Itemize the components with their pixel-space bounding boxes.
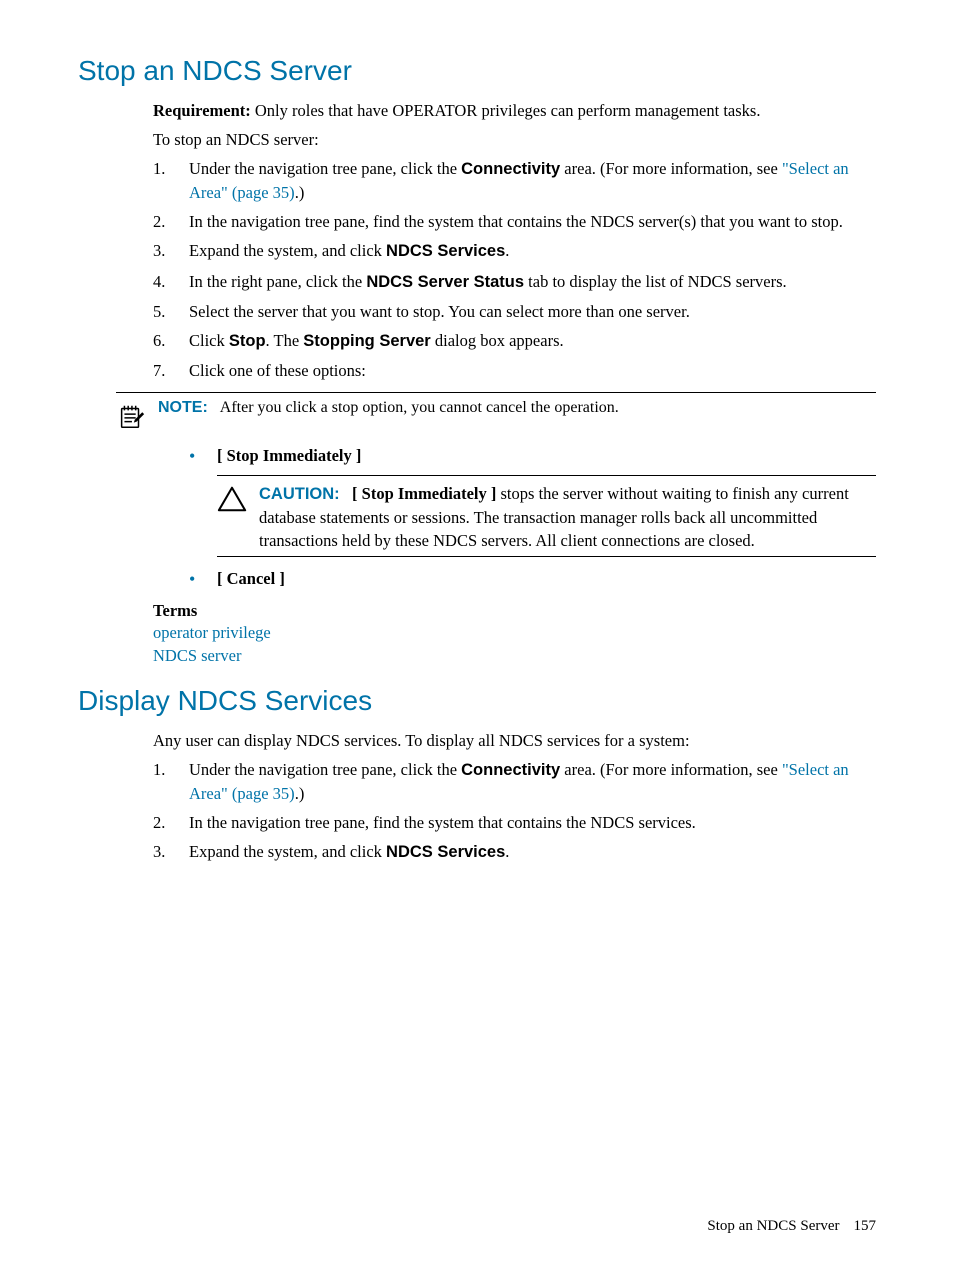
step-number: 4. (153, 270, 189, 294)
section-heading-display-ndcs: Display NDCS Services (78, 685, 876, 717)
bullet-stop-immediately: • [ Stop Immediately ] (189, 444, 876, 469)
note-text: After you click a stop option, you canno… (220, 399, 619, 416)
connectivity-label: Connectivity (461, 160, 560, 178)
step-number: 1. (153, 758, 189, 805)
step-5: 5. Select the server that you want to st… (153, 300, 876, 323)
step-6: 6. Click Stop. The Stopping Server dialo… (153, 329, 876, 353)
note-text-col: NOTE: After you click a stop option, you… (158, 399, 876, 436)
step-number: 5. (153, 300, 189, 323)
bullet-text: [ Stop Immediately ] (217, 444, 876, 469)
step-4: 4. In the right pane, click the NDCS Ser… (153, 270, 876, 294)
term-ndcs-server[interactable]: NDCS server (153, 644, 876, 667)
note-block: NOTE: After you click a stop option, you… (116, 392, 876, 436)
step-body: In the right pane, click the NDCS Server… (189, 270, 876, 294)
step-3: 3. Expand the system, and click NDCS Ser… (153, 840, 876, 864)
step-text: tab to display the list of NDCS servers. (524, 272, 787, 291)
step-body: Click one of these options: (189, 359, 876, 382)
step-body: In the navigation tree pane, find the sy… (189, 210, 876, 233)
terms-block: Terms operator privilege NDCS server (153, 601, 876, 667)
bullet-icon: • (189, 567, 217, 592)
step-body: Expand the system, and click NDCS Servic… (189, 239, 876, 263)
ndcs-server-status-label: NDCS Server Status (366, 273, 524, 291)
caution-text-col: CAUTION: [ Stop Immediately ] stops the … (259, 482, 876, 552)
note-rule-top (116, 392, 876, 393)
step-text: . (505, 241, 509, 260)
step-body: Under the navigation tree pane, click th… (189, 157, 876, 204)
step-text: area. (For more information, see (560, 760, 782, 779)
ndcs-services-label: NDCS Services (386, 843, 505, 861)
caution-rule-bottom (217, 556, 876, 557)
caution-label: CAUTION: (259, 485, 340, 503)
intro-line: To stop an NDCS server: (153, 128, 876, 151)
step-number: 2. (153, 210, 189, 233)
caution-rule-top (217, 475, 876, 476)
step-1: 1. Under the navigation tree pane, click… (153, 758, 876, 805)
step-body: In the navigation tree pane, find the sy… (189, 811, 876, 834)
step-2: 2. In the navigation tree pane, find the… (153, 210, 876, 233)
stopping-server-label: Stopping Server (303, 332, 430, 350)
terms-heading: Terms (153, 601, 876, 621)
section2-body: Any user can display NDCS services. To d… (153, 729, 876, 864)
step-text: area. (For more information, see (560, 159, 782, 178)
requirement-text: Only roles that have OPERATOR privileges… (251, 101, 761, 120)
footer-title: Stop an NDCS Server (707, 1218, 839, 1234)
steps-list-2: 1. Under the navigation tree pane, click… (153, 758, 876, 864)
step-text: . The (266, 331, 304, 350)
step-text: .) (295, 183, 305, 202)
note-icon (116, 399, 158, 436)
step-text: . (505, 842, 509, 861)
term-operator-privilege[interactable]: operator privilege (153, 621, 876, 644)
step-number: 3. (153, 239, 189, 263)
step-text: Under the navigation tree pane, click th… (189, 159, 461, 178)
step-body: Under the navigation tree pane, click th… (189, 758, 876, 805)
step-text: Expand the system, and click (189, 241, 386, 260)
caution-icon (217, 482, 259, 552)
step-text: Click (189, 331, 229, 350)
step-number: 3. (153, 840, 189, 864)
ndcs-services-label: NDCS Services (386, 242, 505, 260)
bullet-icon: • (189, 444, 217, 469)
step-body: Click Stop. The Stopping Server dialog b… (189, 329, 876, 353)
step-text: Under the navigation tree pane, click th… (189, 760, 461, 779)
intro-line-2: Any user can display NDCS services. To d… (153, 729, 876, 752)
step-text: Expand the system, and click (189, 842, 386, 861)
step-text: In the right pane, click the (189, 272, 366, 291)
page-footer: Stop an NDCS Server 157 (707, 1218, 876, 1235)
step7-bullets-2: • [ Cancel ] (153, 567, 876, 592)
step-1: 1. Under the navigation tree pane, click… (153, 157, 876, 204)
caution-text: stops the server without waiting to fini… (259, 484, 849, 550)
caution-wrapper: CAUTION: [ Stop Immediately ] stops the … (153, 475, 876, 557)
step-number: 2. (153, 811, 189, 834)
note-label: NOTE: (158, 399, 208, 416)
step-text: dialog box appears. (431, 331, 564, 350)
section-heading-stop-ndcs: Stop an NDCS Server (78, 55, 876, 87)
step-3: 3. Expand the system, and click NDCS Ser… (153, 239, 876, 263)
step-number: 1. (153, 157, 189, 204)
stop-label: Stop (229, 332, 266, 350)
step-7: 7. Click one of these options: (153, 359, 876, 382)
bullet-cancel: • [ Cancel ] (189, 567, 876, 592)
bullet-text: [ Cancel ] (217, 567, 876, 592)
step-number: 6. (153, 329, 189, 353)
steps-list-1: 1. Under the navigation tree pane, click… (153, 157, 876, 382)
step-text: .) (295, 784, 305, 803)
step7-bullets: • [ Stop Immediately ] (153, 444, 876, 469)
requirement-label: Requirement: (153, 101, 251, 120)
step-body: Expand the system, and click NDCS Servic… (189, 840, 876, 864)
page-number: 157 (854, 1218, 877, 1234)
step-2: 2. In the navigation tree pane, find the… (153, 811, 876, 834)
requirement-line: Requirement: Only roles that have OPERAT… (153, 99, 876, 122)
step-number: 7. (153, 359, 189, 382)
connectivity-label: Connectivity (461, 761, 560, 779)
caution-bold: [ Stop Immediately ] (352, 484, 496, 503)
section1-body: Requirement: Only roles that have OPERAT… (153, 99, 876, 382)
step-body: Select the server that you want to stop.… (189, 300, 876, 323)
